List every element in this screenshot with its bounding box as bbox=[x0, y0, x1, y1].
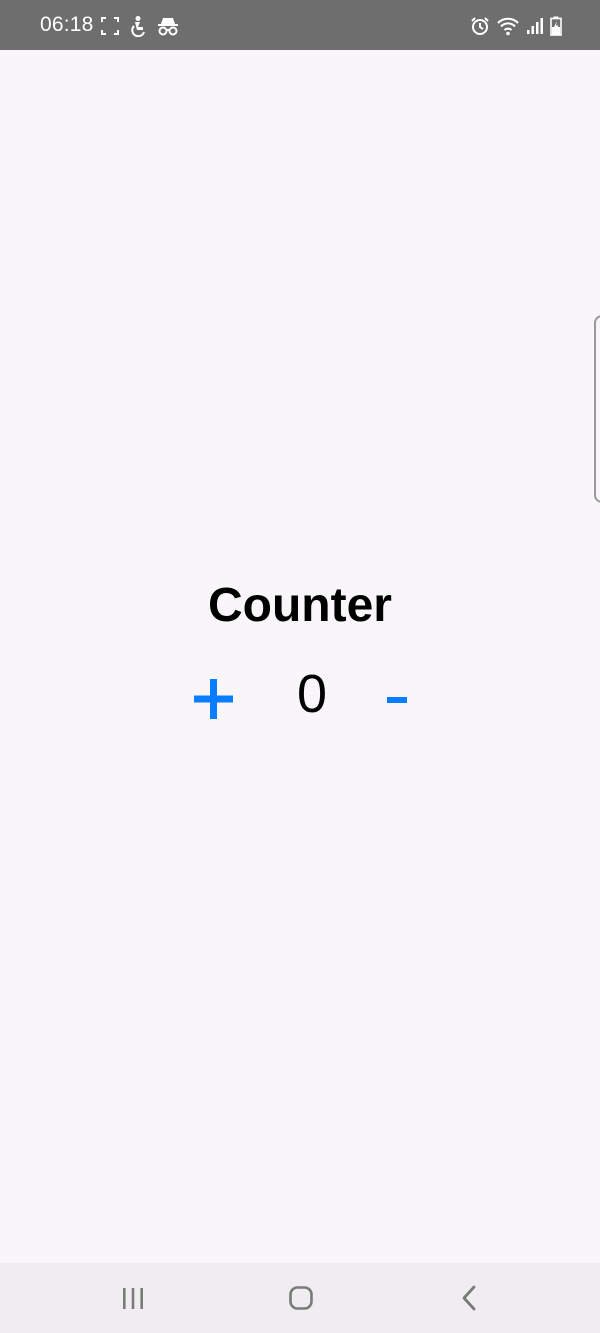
accessibility-person-icon bbox=[131, 16, 145, 37]
incognito-icon bbox=[158, 18, 178, 36]
wifi-icon bbox=[497, 17, 519, 36]
counter-row: 0 bbox=[0, 662, 600, 732]
recent-apps-button[interactable] bbox=[111, 1281, 155, 1315]
counter-title: Counter bbox=[208, 579, 392, 632]
recent-apps-icon bbox=[123, 1288, 143, 1309]
edge-panel-handle[interactable] bbox=[594, 315, 600, 503]
back-button[interactable] bbox=[447, 1281, 491, 1315]
counter-value: 0 bbox=[296, 664, 328, 724]
app-screen: 06:18 Counter 0 bbox=[0, 0, 600, 1333]
status-right-icons bbox=[470, 14, 562, 38]
navigation-bar bbox=[0, 1263, 600, 1333]
signal-icon bbox=[527, 18, 543, 34]
alarm-icon bbox=[471, 17, 489, 35]
plus-icon bbox=[194, 679, 233, 719]
back-icon bbox=[462, 1285, 476, 1311]
status-time: 06:18 bbox=[40, 13, 94, 36]
status-left-icons bbox=[100, 14, 180, 38]
screenshot-frame-icon bbox=[101, 17, 119, 35]
home-icon bbox=[289, 1286, 313, 1310]
increment-button[interactable] bbox=[189, 665, 239, 727]
home-button[interactable] bbox=[279, 1281, 323, 1315]
battery-charging-icon bbox=[550, 16, 562, 36]
minus-icon bbox=[387, 697, 407, 703]
decrement-button[interactable] bbox=[380, 665, 416, 727]
status-bar: 06:18 bbox=[0, 0, 600, 50]
